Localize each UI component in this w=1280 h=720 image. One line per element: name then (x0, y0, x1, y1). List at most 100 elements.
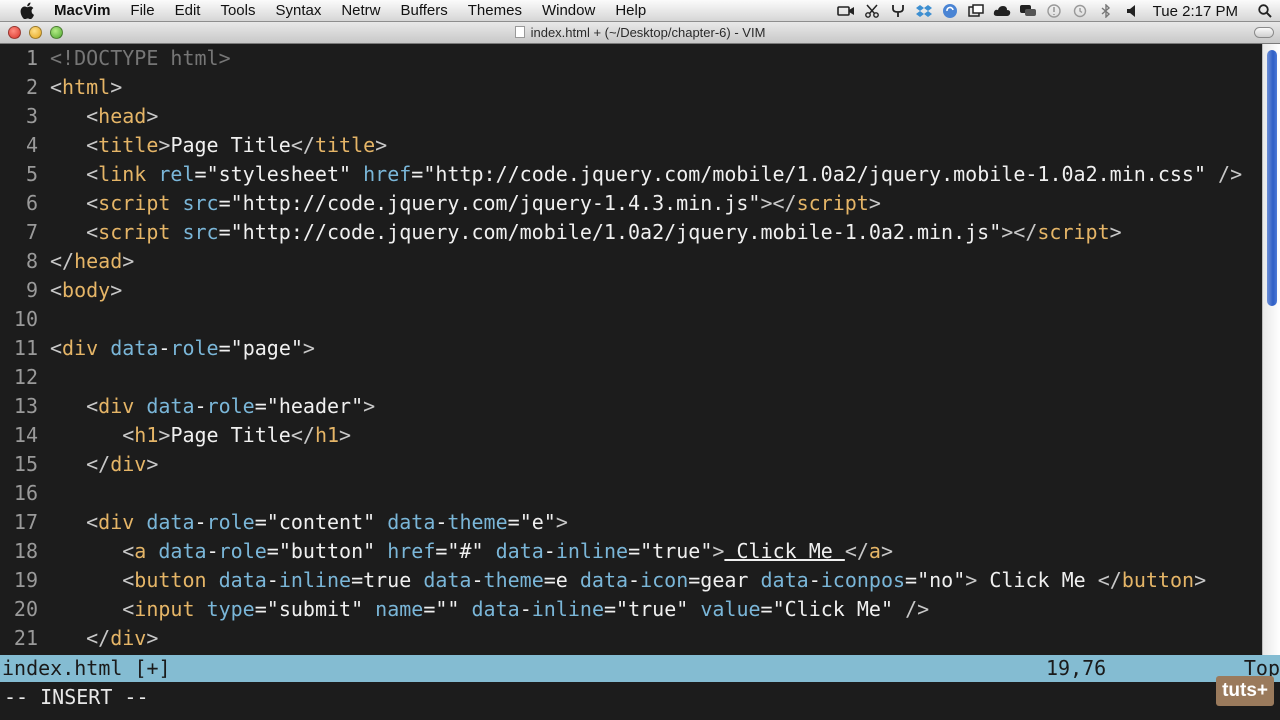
code-line[interactable]: 16 (0, 479, 1262, 508)
menu-buffers[interactable]: Buffers (391, 0, 458, 22)
chat-icon[interactable] (1015, 0, 1041, 22)
code-text[interactable]: <!DOCTYPE html> (50, 44, 231, 73)
code-text[interactable]: <button data-inline=true data-theme=e da… (50, 566, 1206, 595)
code-text[interactable]: <a data-role="button" href="#" data-inli… (50, 537, 893, 566)
menu-netrw[interactable]: Netrw (331, 0, 390, 22)
code-text[interactable]: <html> (50, 73, 122, 102)
menu-syntax[interactable]: Syntax (265, 0, 331, 22)
code-text[interactable]: <body> (50, 276, 122, 305)
code-text[interactable]: <input type="submit" name="" data-inline… (50, 595, 929, 624)
code-token-attr: role (218, 539, 267, 563)
code-token-tag: a (868, 539, 881, 563)
code-token-txt: - (435, 510, 448, 534)
code-line[interactable]: 8 </head> (0, 247, 1262, 276)
volume-icon[interactable] (1119, 0, 1145, 22)
document-icon[interactable] (514, 26, 525, 38)
code-line[interactable]: 18 <a data-role="button" href="#" data-i… (0, 537, 1262, 566)
window-title-bar[interactable]: index.html + (~/Desktop/chapter-6) - VIM (0, 22, 1280, 44)
code-token-br: /> (1218, 162, 1243, 186)
code-line[interactable]: 6 <script src="http://code.jquery.com/jq… (0, 189, 1262, 218)
code-text[interactable]: </div> (50, 450, 158, 479)
code-token-str: "page" (230, 336, 303, 360)
menu-themes[interactable]: Themes (458, 0, 532, 22)
code-line[interactable]: 11 <div data-role="page"> (0, 334, 1262, 363)
apple-menu-icon[interactable] (20, 2, 42, 19)
code-line[interactable]: 7 <script src="http://code.jquery.com/mo… (0, 218, 1262, 247)
code-line[interactable]: 1 <!DOCTYPE html> (0, 44, 1262, 73)
code-token-br: > (1194, 568, 1207, 592)
spotlight-search-icon[interactable] (1250, 4, 1280, 18)
code-line[interactable]: 9 <body> (0, 276, 1262, 305)
camera-icon[interactable] (833, 0, 859, 22)
code-token-txt: = (423, 597, 436, 621)
toolbar-toggle-button[interactable] (1254, 27, 1274, 38)
bluetooth-icon[interactable] (1093, 0, 1119, 22)
code-text[interactable]: </div> (50, 624, 158, 653)
cloud-icon[interactable] (989, 0, 1015, 22)
time-machine-icon[interactable] (1067, 0, 1093, 22)
code-token-txt: Click Me (977, 568, 1098, 592)
code-text[interactable]: <div data-role="content" data-theme="e"> (50, 508, 568, 537)
code-line[interactable]: 14 <h1>Page Title</h1> (0, 421, 1262, 450)
code-token-str: "header" (266, 394, 364, 418)
code-line[interactable]: 13 <div data-role="header"> (0, 392, 1262, 421)
scrollbar-thumb[interactable] (1267, 50, 1277, 306)
editor-buffer[interactable]: 1 <!DOCTYPE html> 2 <html> 3 <head> 4 <title>… (0, 44, 1262, 655)
code-line[interactable]: 4 <title>Page Title</title> (0, 131, 1262, 160)
menu-app-name[interactable]: MacVim (54, 0, 120, 22)
vim-command-line[interactable]: -- INSERT -- (0, 682, 1280, 720)
code-text[interactable]: </head> (50, 247, 134, 276)
code-token-attr: name (375, 597, 424, 621)
code-text[interactable]: <div data-role="page"> (50, 334, 315, 363)
code-text[interactable]: <link rel="stylesheet" href="http://code… (50, 160, 1242, 189)
alert-icon[interactable] (1041, 0, 1067, 22)
code-text[interactable]: <h1>Page Title</h1> (50, 421, 351, 450)
code-token-txt: = (507, 510, 520, 534)
code-line[interactable]: 3 <head> (0, 102, 1262, 131)
code-token-tag: script (98, 220, 171, 244)
code-text[interactable]: <script src="http://code.jquery.com/jque… (50, 189, 881, 218)
scissors-icon[interactable] (859, 0, 885, 22)
fork-icon[interactable] (885, 0, 911, 22)
code-token-br: < (122, 423, 135, 447)
code-token-attr: data (146, 510, 195, 534)
vertical-scrollbar[interactable] (1262, 44, 1280, 655)
code-line[interactable]: 19 <button data-inline=true data-theme=e… (0, 566, 1262, 595)
menu-window[interactable]: Window (532, 0, 605, 22)
dropbox-icon[interactable] (911, 0, 937, 22)
menu-file[interactable]: File (120, 0, 164, 22)
code-line[interactable]: 10 (0, 305, 1262, 334)
menu-help[interactable]: Help (605, 0, 656, 22)
code-line[interactable]: 2 <html> (0, 73, 1262, 102)
code-token-attr: data (423, 568, 472, 592)
menu-edit[interactable]: Edit (165, 0, 211, 22)
code-line[interactable]: 17 <div data-role="content" data-theme="… (0, 508, 1262, 537)
line-number: 12 (13, 365, 38, 389)
code-line[interactable]: 12 (0, 363, 1262, 392)
code-line[interactable]: 20 <input type="submit" name="" data-inl… (0, 595, 1262, 624)
code-text[interactable]: <script src="http://code.jquery.com/mobi… (50, 218, 1122, 247)
code-token-txt: = (760, 597, 773, 621)
menu-clock[interactable]: Tue 2:17 PM (1145, 3, 1250, 20)
code-text[interactable]: <title>Page Title</title> (50, 131, 387, 160)
sync-icon[interactable] (937, 0, 963, 22)
code-token-ul: Click Me (724, 539, 845, 563)
code-token-txt: - (808, 568, 821, 592)
code-text[interactable]: <div data-role="header"> (50, 392, 375, 421)
menu-tools[interactable]: Tools (210, 0, 265, 22)
code-line[interactable]: 21 </div> (0, 624, 1262, 653)
code-line[interactable]: 15 </div> (0, 450, 1262, 479)
code-line[interactable]: 5 <link rel="stylesheet" href="http://co… (0, 160, 1262, 189)
code-token-br: < (86, 510, 99, 534)
window-icon[interactable] (963, 0, 989, 22)
code-text[interactable]: <head> (50, 102, 158, 131)
code-token-txt: = (411, 162, 424, 186)
